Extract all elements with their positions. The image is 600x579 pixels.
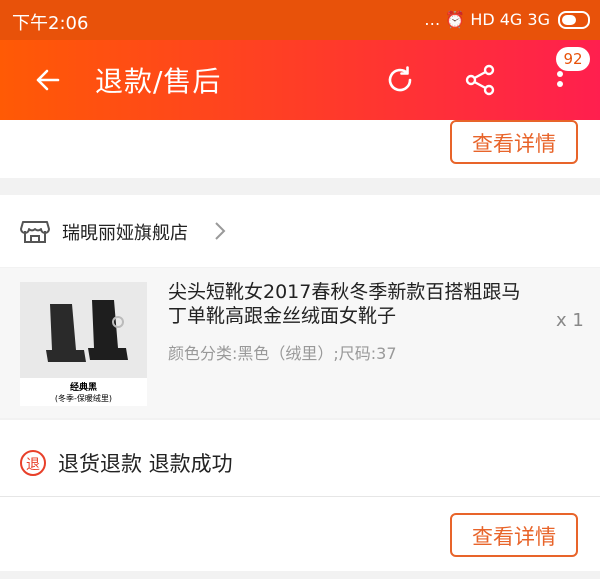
store-icon [20,221,50,243]
product-image[interactable]: 经典黑 (冬季-保暖绒里) [20,282,147,406]
product-image-sublabel: (冬季-保暖绒里) [54,394,113,403]
chevron-right-icon [215,222,226,240]
app-bar: 退款/售后 92 [0,40,600,120]
product-item[interactable]: 经典黑 (冬季-保暖绒里) 尖头短靴女2017春秋冬季新款百搭粗跟马丁单靴高跟金… [0,268,600,418]
store-row[interactable]: 瑞晛丽娅旗舰店 [0,195,600,267]
status-indicators: … ⏰ HD 4G 3G [424,10,590,29]
share-icon[interactable] [462,62,498,98]
store-name[interactable]: 瑞晛丽娅旗舰店 [62,219,188,245]
status-indicator-text: … ⏰ HD 4G 3G [424,10,550,29]
refund-icon: 退 [20,450,46,476]
refresh-icon[interactable] [382,62,418,98]
notification-badge: 92 [556,47,590,71]
status-time: 下午2:06 [12,13,89,34]
product-quantity: x 1 [556,310,584,331]
refund-status-row: 退 退货退款 退款成功 [0,420,600,496]
refund-status-text: 退货退款 退款成功 [58,452,233,476]
product-spec: 颜色分类:黑色（绒里）;尺码:37 [168,344,397,363]
page-title: 退款/售后 [95,65,222,98]
back-arrow-icon[interactable] [30,62,66,98]
view-details-button[interactable]: 查看详情 [450,513,578,557]
previous-order-card: 查看详情 [0,120,600,178]
product-image-label: 经典黑 [69,383,97,393]
order-actions: 查看详情 [0,497,600,571]
view-details-button-top[interactable]: 查看详情 [450,120,578,164]
battery-icon [558,10,590,29]
status-bar: 下午2:06 … ⏰ HD 4G 3G [0,0,600,40]
product-title[interactable]: 尖头短靴女2017春秋冬季新款百搭粗跟马丁单靴高跟金丝绒面女靴子 [168,280,528,328]
